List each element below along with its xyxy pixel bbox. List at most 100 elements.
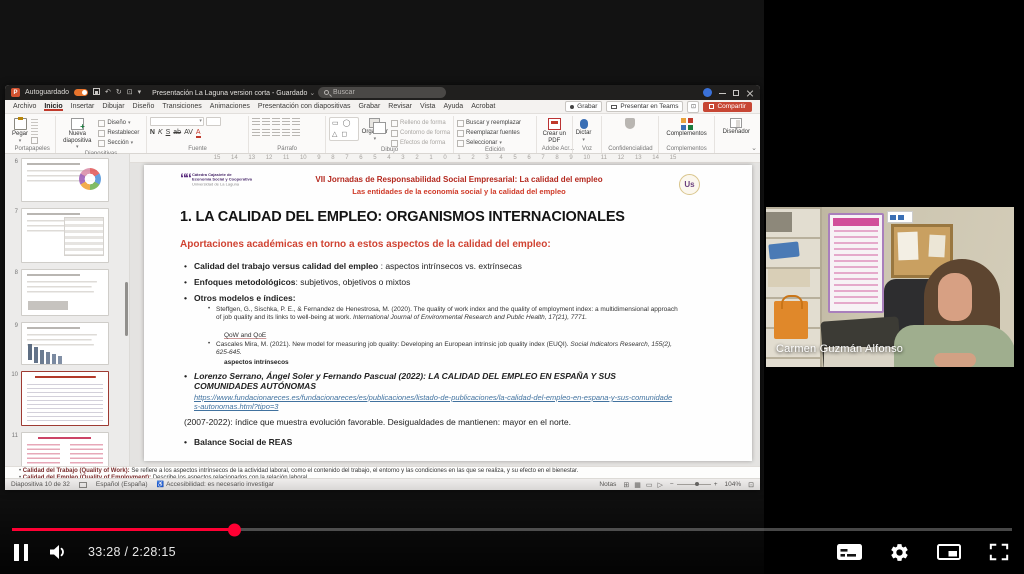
pause-button[interactable] (14, 542, 28, 562)
pdf-icon (548, 118, 561, 130)
tab-inicio: Inicio (44, 102, 62, 111)
subtitles-button[interactable] (836, 542, 863, 562)
collapse-ribbon-icon (751, 144, 757, 152)
orange-bag (774, 301, 808, 339)
group-slides: Nueva diapositiva Diseño Restablecer Sec… (56, 116, 147, 153)
reference-steffgen: Steffgen, G., Sischka, P. E., & Fernande… (208, 306, 678, 322)
italic-icon: K (158, 129, 163, 136)
event-title: VII Jornadas de Responsabilidad Social E… (274, 175, 644, 184)
ribbon: Pegar Portapapeles Nuev (5, 114, 760, 154)
slide-thumbnail-11: 11 (5, 432, 129, 466)
confidentiality-button (625, 117, 635, 129)
subtitles-icon (836, 542, 863, 562)
designer-button: Diseñador (723, 117, 750, 136)
bullets-icon (252, 118, 260, 126)
more-commands-button (687, 101, 699, 113)
tab-animaciones: Animaciones (210, 102, 250, 111)
group-sensitivity: Confidencialidad (602, 116, 659, 153)
reference-note-intrinsic: aspectos intrínsecos (224, 359, 289, 366)
share-button: Compartir (703, 102, 752, 112)
font-size-box (206, 117, 221, 126)
arrange-icon (369, 118, 380, 128)
volume-icon (46, 540, 70, 564)
tab-archivo: Archivo (13, 102, 36, 111)
thumbnail-list: 6 7 8 9 10 11 (5, 158, 129, 466)
gear-icon (889, 542, 910, 563)
bullet-serrano-report: Lorenzo Serrano, Ángel Soler y Fernando … (184, 371, 674, 391)
progress-filled[interactable] (12, 528, 235, 531)
bold-icon: N (150, 129, 155, 136)
font-color-icon: A (196, 129, 201, 138)
tab-grabar: Grabar (358, 102, 380, 111)
group-drawing: Organizar Relleno de forma Contorno de f… (326, 116, 454, 153)
tab-presentación-con-diapositivas: Presentación con diapositivas (258, 102, 351, 111)
volume-button[interactable] (46, 540, 70, 564)
ppt-titlebar: Autoguardado Presentación La Laguna vers… (5, 85, 760, 100)
screen-share-icon (611, 105, 617, 109)
tab-acrobat: Acrobat (471, 102, 495, 111)
shape-fill-button: Relleno de forma (391, 119, 450, 127)
bullet-methodological-approaches: Enfoques metodológicos: subjetivos, obje… (184, 277, 410, 287)
bullet-balance-social-reas: Balance Social de REAS (184, 437, 292, 447)
shield-icon (625, 118, 635, 129)
tab-dibujar: Dibujar (102, 102, 124, 111)
powerpoint-app-icon (11, 88, 20, 97)
event-subtitle: Las entidades de la economía social y la… (274, 187, 644, 196)
bullet-other-models: Otros modelos e índices: (184, 293, 296, 303)
fundacion-areces-link: https://www.fundacionareces.es/fundacion… (194, 393, 674, 412)
share-icon (709, 104, 714, 109)
character-spacing-icon: AV (184, 129, 193, 136)
addins-button: Complementos (666, 117, 706, 138)
slide-thumbnail-8: 8 (5, 269, 129, 316)
align-right-icon (272, 129, 280, 137)
quick-access-toolbar (93, 88, 141, 97)
miniplayer-button[interactable] (936, 542, 962, 562)
time-display: 33:28 / 2:28:15 (88, 545, 176, 559)
slide-thumbnail-6: 6 (5, 158, 129, 202)
thumbnail-number: 10 (5, 371, 21, 426)
microphone-icon (580, 119, 588, 129)
create-pdf-button: Crear un PDF (540, 117, 569, 144)
shape-outline-button: Contorno de forma (391, 129, 450, 137)
tab-revisar: Revisar (388, 102, 412, 111)
search-icon (324, 90, 329, 95)
font-name-box (150, 117, 204, 126)
restore-icon (733, 90, 739, 96)
select-button: Seleccionar (457, 139, 521, 147)
wall-poster (828, 213, 884, 313)
align-left-icon (252, 129, 260, 137)
paste-button: Pegar (12, 117, 28, 144)
miniplayer-icon (936, 542, 962, 562)
undo-icon (105, 88, 111, 97)
designer-icon (730, 118, 742, 128)
fullscreen-button[interactable] (988, 542, 1010, 562)
shape-effects-button: Efectos de forma (391, 139, 450, 147)
pause-icon (14, 544, 19, 561)
thumbnail-number: 8 (5, 269, 21, 316)
group-paragraph: Párrafo (249, 116, 326, 153)
close-icon (746, 89, 754, 97)
thumbnail-number: 7 (5, 208, 21, 263)
slide-header: VII Jornadas de Responsabilidad Social E… (274, 175, 644, 196)
group-adobe: Crear un PDF Adobe Acr... (537, 116, 573, 153)
index-evolution-text: (2007-2022): índice que muestra evolució… (184, 417, 571, 427)
thumbnail-number: 9 (5, 322, 21, 365)
settings-button[interactable] (889, 542, 910, 563)
replace-fonts-button: Reemplazar fuentes (457, 129, 521, 137)
powerpoint-window: Autoguardado Presentación La Laguna vers… (5, 85, 760, 490)
document-title: Presentación La Laguna version corta - G… (152, 89, 315, 97)
user-avatar (703, 88, 712, 97)
bullet-quality-work-vs-employment: Calidad del trabajo versus calidad del e… (184, 261, 522, 271)
present-in-teams-button: Presentar en Teams (606, 101, 683, 112)
justify-icon (282, 129, 290, 137)
copy-icon (31, 128, 38, 135)
thumbnail-scrollbar (125, 282, 128, 336)
horizontal-ruler: 15 14 13 12 11 10 9 8 7 6 5 4 3 2 1 0 1 … (130, 154, 760, 163)
addins-icon (681, 118, 693, 130)
progress-bar[interactable] (12, 528, 1012, 531)
tab-insertar: Insertar (71, 102, 95, 111)
slide-subtitle: Aportaciones académicas en torno a estos… (180, 239, 551, 250)
columns-icon (292, 129, 300, 137)
autosave-toggle (74, 89, 88, 96)
strikethrough-icon: ab (173, 129, 181, 136)
